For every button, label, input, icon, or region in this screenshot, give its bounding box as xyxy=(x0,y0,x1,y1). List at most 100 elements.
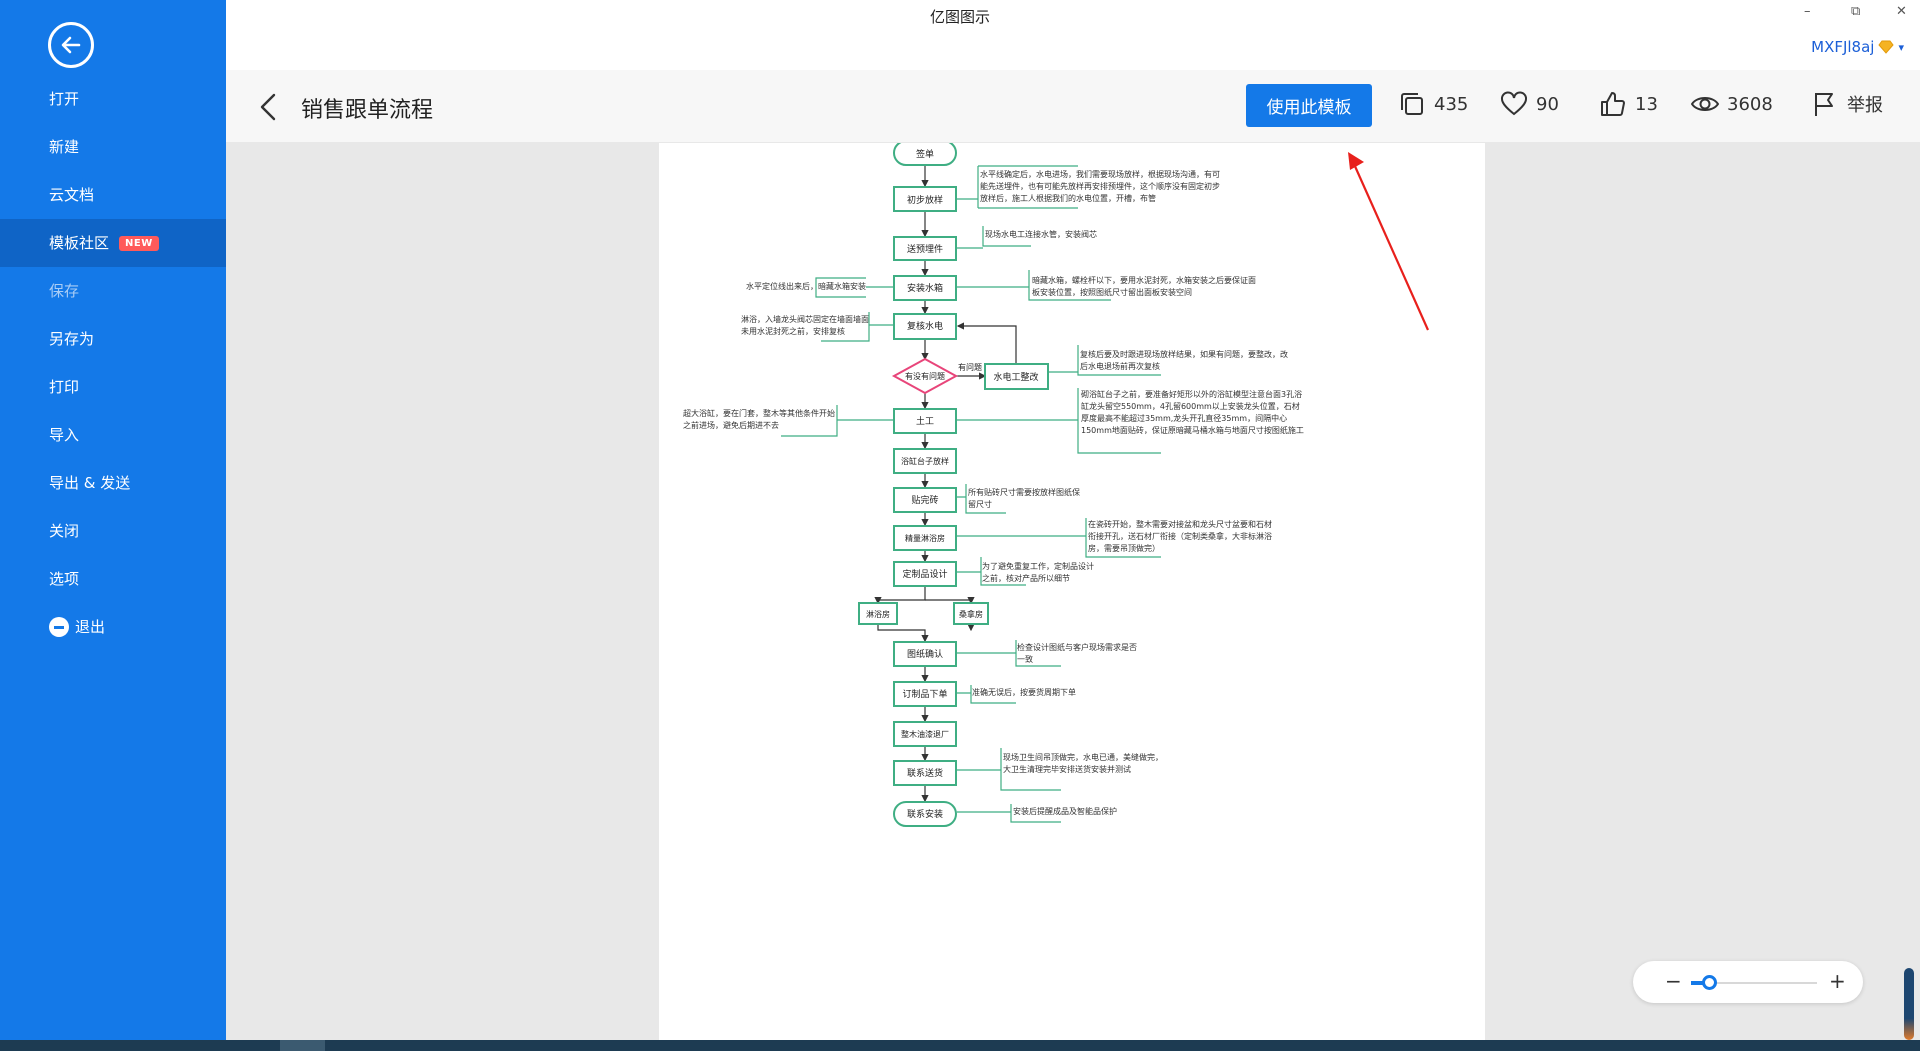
note-13: 准确无误后，按要货周期下单 xyxy=(972,688,1076,697)
flow-decision-label: 有问题 xyxy=(958,362,982,372)
restore-button[interactable]: ⧉ xyxy=(1851,4,1860,19)
flow-step-recheck: 复核水电 xyxy=(907,320,943,332)
copy-count-button[interactable]: 435 xyxy=(1398,90,1468,118)
use-template-button[interactable]: 使用此模板 xyxy=(1246,84,1372,127)
zoom-out-button[interactable]: − xyxy=(1665,969,1682,993)
flow-step-custom-design: 定制品设计 xyxy=(902,568,947,580)
sidebar-item-export-send[interactable]: 导出 & 发送 xyxy=(0,459,226,507)
sidebar-item-label: 新建 xyxy=(49,138,80,156)
note-9: 所有贴砖尺寸需要按放样图纸保留尺寸 xyxy=(968,488,1080,509)
note-11: 为了避免重复工作，定制品设计之前，核对产品所以细节 xyxy=(982,562,1094,583)
sidebar-item-label: 云文档 xyxy=(49,186,95,204)
taskbar-item[interactable] xyxy=(280,1040,325,1051)
user-account[interactable]: MXFJl8aj ▾ xyxy=(1811,38,1904,56)
sidebar-item-open[interactable]: 打开 xyxy=(0,75,226,123)
zoom-control: − + xyxy=(1633,961,1863,1003)
taskbar xyxy=(0,1040,1920,1051)
sidebar-item-import[interactable]: 导入 xyxy=(0,411,226,459)
arrow-left-icon xyxy=(61,36,81,54)
like-count: 13 xyxy=(1635,93,1658,115)
note-15: 安装后提醒成品及智能品保护 xyxy=(1013,807,1117,816)
view-count-value: 3608 xyxy=(1727,93,1773,115)
flow-step-tub-base: 浴缸台子放样 xyxy=(901,456,949,466)
sidebar-item-close[interactable]: 关闭 xyxy=(0,507,226,555)
flow-step-installation: 联系安装 xyxy=(907,808,943,820)
sidebar-item-label: 打印 xyxy=(49,378,80,396)
vertical-scrollbar[interactable] xyxy=(1904,968,1914,1040)
sidebar-item-exit[interactable]: 退出 xyxy=(0,603,226,651)
user-name: MXFJl8aj xyxy=(1811,38,1875,56)
note-10: 在瓷砖开始，整木需要对接盆和龙头尺寸盆要和石材衔接开孔，送石材厂衔接（定制类桑拿… xyxy=(1088,520,1272,553)
copy-icon xyxy=(1401,93,1423,115)
note-4: 水平定位线出来后，暗藏水箱安装 xyxy=(746,282,866,291)
new-badge: NEW xyxy=(119,235,159,251)
zoom-in-button[interactable]: + xyxy=(1829,969,1846,993)
note-7: 砌浴缸台子之前，要准备好矩形以外的浴缸模型注意台面3孔浴缸龙头留空550mm，4… xyxy=(1081,390,1304,435)
flow-step-delivery: 联系送货 xyxy=(907,767,943,779)
sidebar-item-cloud-docs[interactable]: 云文档 xyxy=(0,171,226,219)
annotation-arrow-icon xyxy=(1348,152,1430,331)
sidebar-item-label: 导出 & 发送 xyxy=(49,474,131,492)
flow-step-drawing-confirm: 图纸确认 xyxy=(907,648,943,660)
diamond-icon xyxy=(1878,40,1895,54)
heart-icon xyxy=(1501,91,1527,116)
minus-circle-icon xyxy=(49,617,69,637)
copy-count: 435 xyxy=(1434,93,1469,115)
sidebar-item-print[interactable]: 打印 xyxy=(0,363,226,411)
flow-step-tiling: 贴完砖 xyxy=(911,494,938,506)
sidebar-item-save[interactable]: 保存 xyxy=(0,267,226,315)
preview-canvas[interactable]: 签单 初步放样 送预埋件 安装水箱 复核水电 有没有问题 水电工整改 土工 浴缸… xyxy=(226,143,1920,1040)
favorite-count: 90 xyxy=(1536,93,1559,115)
flow-decision: 有没有问题 xyxy=(905,371,945,381)
sidebar-item-label: 导入 xyxy=(49,426,80,444)
flow-step-initial-layout: 初步放样 xyxy=(907,194,943,206)
zoom-slider-handle[interactable] xyxy=(1702,975,1717,990)
minimize-button[interactable]: – xyxy=(1804,4,1811,19)
note-3: 暗藏水箱，螺栓杆以下，要用水泥封死，水箱安装之后要保证面板安装位置，按照图纸尺寸… xyxy=(1032,276,1256,297)
flag-icon xyxy=(1815,93,1833,116)
note-5: 淋浴，入墙龙头阀芯固定在墙面墙面未用水泥封死之前，安排复核 xyxy=(741,315,869,336)
flow-step-order: 订制品下单 xyxy=(902,688,947,700)
note-1: 水平线确定后，水电进场，我们需要现场放样，根据现场沟通，有可能先送埋件，也有可能… xyxy=(980,170,1220,203)
report-label: 举报 xyxy=(1847,95,1883,116)
sidebar-item-options[interactable]: 选项 xyxy=(0,555,226,603)
sidebar-item-label: 关闭 xyxy=(49,522,80,540)
sidebar-item-label: 选项 xyxy=(49,570,80,588)
eye-icon xyxy=(1691,97,1719,111)
app-title: 亿图图示 xyxy=(929,8,990,26)
note-14: 现场卫生间吊顶做完，水电已通，美缝做完，大卫生清理完毕安排送货安装并测试 xyxy=(1003,753,1163,774)
note-12: 检查设计图纸与客户现场需求是否一致 xyxy=(1017,643,1137,664)
flow-step-send-embedded: 送预埋件 xyxy=(907,243,943,255)
like-button[interactable]: 13 xyxy=(1599,90,1658,118)
flow-step-measure-shower: 精量淋浴房 xyxy=(905,533,945,543)
thumbs-up-icon xyxy=(1601,92,1625,116)
sidebar-item-label: 打开 xyxy=(49,90,80,108)
chevron-left-icon[interactable] xyxy=(256,92,280,122)
sidebar-item-new[interactable]: 新建 xyxy=(0,123,226,171)
chevron-down-icon: ▾ xyxy=(1898,40,1904,54)
sidebar-item-label: 退出 xyxy=(75,618,106,636)
sidebar-item-template-community[interactable]: 模板社区 NEW xyxy=(0,219,226,267)
flow-step-install-tank: 安装水箱 xyxy=(907,282,943,294)
page-title: 销售跟单流程 xyxy=(301,98,434,123)
sidebar-item-save-as[interactable]: 另存为 xyxy=(0,315,226,363)
flow-step-paint: 整木油漆退厂 xyxy=(901,729,949,739)
view-count: 3608 xyxy=(1691,90,1773,118)
title-bar: 亿图图示 – ⧉ ✕ MXFJl8aj ▾ xyxy=(226,0,1920,70)
sidebar: 打开 新建 云文档 模板社区 NEW 保存 另存为 打印 导入 导出 & 发送 关… xyxy=(0,0,226,1040)
report-button[interactable]: 举报 xyxy=(1811,90,1883,118)
sidebar-menu: 打开 新建 云文档 模板社区 NEW 保存 另存为 打印 导入 导出 & 发送 关… xyxy=(0,75,226,651)
back-button[interactable] xyxy=(48,22,94,68)
close-button[interactable]: ✕ xyxy=(1896,4,1907,19)
flow-step-shower-room: 淋浴房 xyxy=(866,609,890,619)
flow-step-rework: 水电工整改 xyxy=(993,371,1038,383)
note-8: 超大浴缸，要在门套，整木等其他条件开始之前进场，避免后期进不去 xyxy=(683,409,835,430)
favorite-button[interactable]: 90 xyxy=(1500,90,1559,118)
flow-step-civil: 土工 xyxy=(916,415,934,427)
flow-step-sign: 签单 xyxy=(916,148,934,160)
sidebar-item-label: 保存 xyxy=(49,282,80,300)
flow-step-sauna: 桑拿房 xyxy=(959,609,983,619)
note-2: 现场水电工连接水管，安装阀芯 xyxy=(985,230,1097,239)
template-header: 销售跟单流程 使用此模板 435 90 13 3608 举报 xyxy=(226,70,1920,143)
sidebar-item-label: 模板社区 xyxy=(49,234,110,252)
